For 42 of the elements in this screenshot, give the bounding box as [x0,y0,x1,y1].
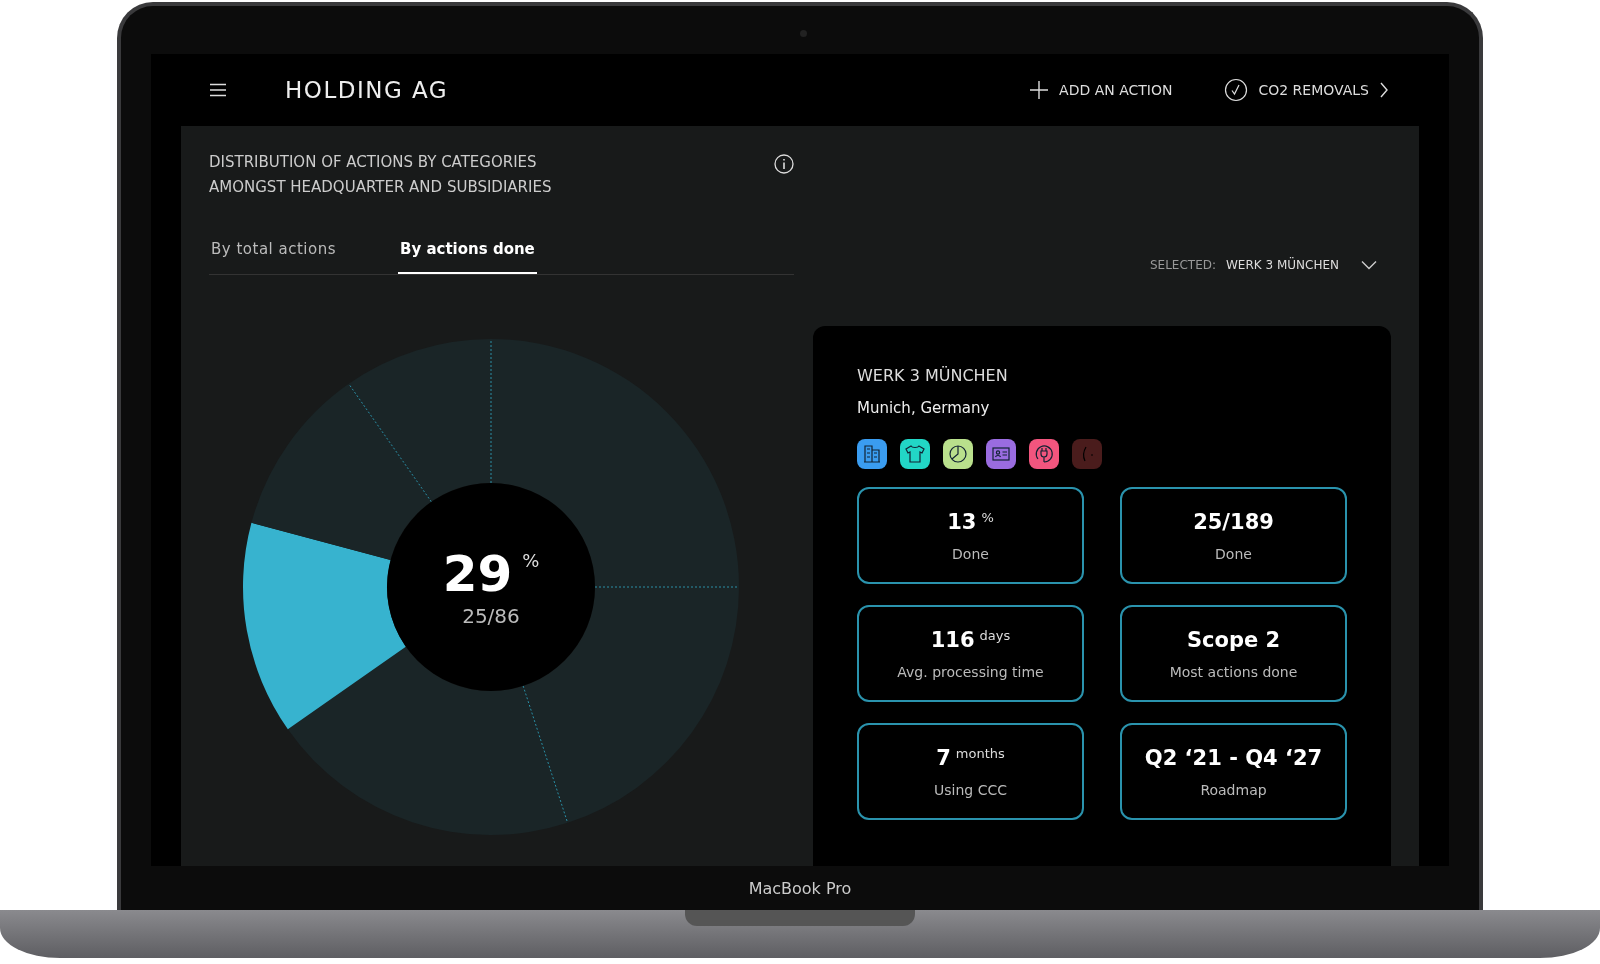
chevron-down-icon [1361,260,1377,270]
donut-segment[interactable] [243,522,406,730]
percent-value: 29 [442,546,513,602]
site-dropdown[interactable]: SELECTED: WERK 3 MÜNCHEN [1149,258,1377,272]
stat-unit: % [981,509,994,525]
chart-title: DISTRIBUTION OF ACTIONS BY CATEGORIES AMONGST HEADQUARTER AND SUBSIDIARIES [209,152,553,198]
percent-unit: % [522,550,540,571]
stat-value: 7 [936,745,951,770]
chevron-right-icon [1379,82,1389,98]
check-circle-icon [1224,78,1249,102]
company-title: HOLDING AG [285,77,449,103]
donut-segment[interactable] [287,646,568,835]
stat-unit: days [979,627,1011,643]
menu-icon[interactable] [209,83,227,97]
building-category-icon[interactable] [857,439,887,469]
stat-value: 25/189 [1193,509,1274,534]
fraction-value: 25/86 [462,604,520,628]
site-location: Munich, Germany [857,399,991,417]
shirt-category-icon[interactable] [900,439,930,469]
co2-removals-button[interactable]: CO2 REMOVALS [1224,78,1389,102]
stat-label: Most actions done [1169,663,1298,680]
card-category-icon[interactable] [986,439,1016,469]
donut-segment[interactable] [251,383,432,561]
plus-icon [1029,80,1050,100]
plug-category-icon[interactable] [1029,439,1059,469]
stat-label: Avg. processing time [897,663,1044,680]
device-label: MacBook Pro [748,878,852,898]
chart-tab[interactable]: By total actions [209,240,338,274]
add-action-button[interactable]: ADD AN ACTION [1029,80,1173,100]
stat-label: Using CCC [934,781,1007,798]
stat-unit: months [955,745,1005,761]
stat-label: Done [1215,545,1252,562]
info-icon[interactable] [774,154,794,174]
stat-value: 116 [930,627,975,652]
stat-label: Done [952,545,989,562]
stat-value: Scope 2 [1186,627,1281,652]
stat-value: 13 [947,509,977,534]
pie-category-icon[interactable] [943,439,973,469]
stat-value: Q2 ‘21 - Q4 ‘27 [1144,745,1323,770]
chart-tab[interactable]: By actions done [398,240,537,274]
site-name: WERK 3 MÜNCHEN [857,366,1009,385]
stat-label: Roadmap [1200,781,1267,798]
